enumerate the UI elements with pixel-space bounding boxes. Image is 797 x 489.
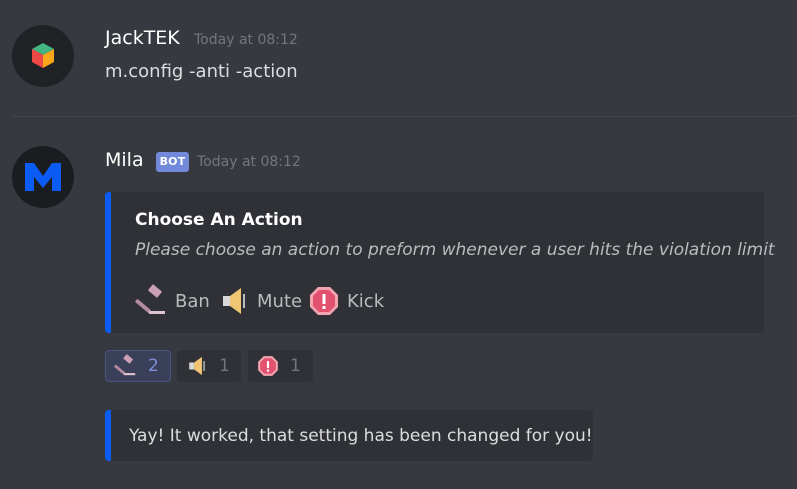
- embed: Choose An Action Please choose an action…: [105, 192, 775, 333]
- hammer-icon: [135, 284, 165, 314]
- message-divider: [12, 116, 797, 117]
- bot-tag: BOT: [156, 152, 189, 172]
- option-label: Kick: [347, 290, 385, 312]
- embed-description: Please choose an action to preform whene…: [135, 240, 775, 260]
- octagonal-sign-icon: [310, 287, 338, 315]
- speaker-icon: [189, 356, 205, 376]
- username[interactable]: JackTEK: [105, 27, 180, 49]
- embed-title: Choose An Action: [135, 210, 303, 230]
- octagonal-sign-icon: [258, 356, 278, 376]
- username[interactable]: Mila: [105, 149, 144, 171]
- reaction-speaker[interactable]: 1: [177, 350, 241, 382]
- reaction-count: 2: [148, 356, 159, 376]
- embed-option-mute: Mute: [217, 284, 302, 318]
- embed-option-kick: Kick: [307, 284, 384, 318]
- reaction-count: 1: [219, 356, 230, 376]
- avatar[interactable]: [12, 146, 74, 208]
- embed-text: Yay! It worked, that setting has been ch…: [129, 426, 593, 446]
- reaction-octagonal-sign[interactable]: 1: [248, 350, 313, 382]
- speaker-icon: [223, 288, 245, 314]
- message-content: m.config -anti -action: [105, 61, 298, 82]
- embed-option-ban: Ban: [135, 284, 210, 318]
- option-label: Mute: [257, 290, 303, 312]
- avatar[interactable]: [12, 25, 74, 87]
- reaction-hammer[interactable]: 2: [105, 350, 171, 382]
- cube-icon: [32, 43, 54, 68]
- reaction-count: 1: [290, 356, 301, 376]
- mila-m-logo: [25, 163, 61, 191]
- timestamp: Today at 08:12: [197, 154, 301, 170]
- option-label: Ban: [175, 290, 210, 312]
- timestamp: Today at 08:12: [194, 32, 298, 48]
- followup-embed: Yay! It worked, that setting has been ch…: [105, 410, 593, 461]
- hammer-icon: [114, 354, 136, 376]
